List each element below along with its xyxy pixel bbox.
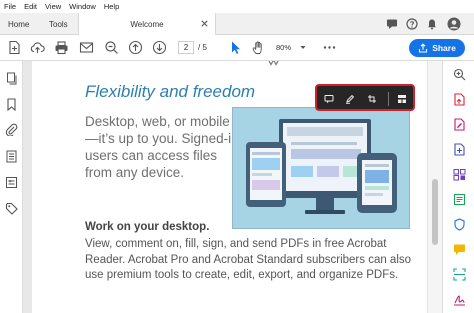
page-number-input[interactable]: 2 <box>178 41 194 54</box>
page-count: / 5 <box>198 43 207 52</box>
vertical-scrollbar[interactable] <box>427 61 442 313</box>
body-paragraph: View, comment on, fill, sign, and send P… <box>85 238 412 281</box>
zoom-level[interactable]: 80% <box>276 43 291 52</box>
avatar[interactable] <box>447 17 461 31</box>
menu-file[interactable]: File <box>0 2 20 11</box>
sign-icon[interactable] <box>453 293 466 306</box>
comment-icon[interactable] <box>453 243 466 256</box>
devices-illustration <box>232 107 410 229</box>
floating-quick-toolbar <box>315 84 415 111</box>
menu-window[interactable]: Window <box>65 2 100 11</box>
section-heading: Flexibility and freedom <box>85 82 256 101</box>
protect-icon[interactable] <box>453 218 466 231</box>
menu-help[interactable]: Help <box>100 2 123 11</box>
bookmark-icon[interactable] <box>5 98 18 111</box>
print-icon[interactable] <box>54 40 69 55</box>
page-top-text-fragment <box>268 61 279 66</box>
devices-illustration-art <box>246 119 397 214</box>
document-view[interactable]: Flexibility and freedom Desktop, web, or… <box>23 61 442 313</box>
toolbar: 2 / 5 80% Share <box>0 35 474 61</box>
toolbar-divider <box>388 92 389 106</box>
redact-icon[interactable] <box>453 193 466 206</box>
scan-icon[interactable] <box>453 268 466 281</box>
more-icon[interactable] <box>322 40 337 55</box>
tag-icon[interactable] <box>5 202 18 215</box>
bell-icon[interactable] <box>426 18 438 30</box>
share-button[interactable]: Share <box>409 39 465 57</box>
layout-icon[interactable] <box>397 94 407 104</box>
tab-welcome-label: Welcome <box>130 19 164 29</box>
menu-edit[interactable]: Edit <box>20 2 41 11</box>
tab-home[interactable]: Home <box>8 13 29 35</box>
chevron-down-icon[interactable] <box>300 45 306 50</box>
attachment-icon[interactable] <box>5 123 18 136</box>
help-icon[interactable] <box>406 18 418 30</box>
share-icon <box>419 43 428 53</box>
highlight-pen-icon[interactable] <box>345 94 355 104</box>
hand-icon[interactable] <box>251 40 266 55</box>
share-label: Share <box>432 43 456 53</box>
upload-icon[interactable] <box>30 40 45 55</box>
email-icon[interactable] <box>79 40 94 55</box>
tab-tools[interactable]: Tools <box>49 13 68 35</box>
page-down-icon[interactable] <box>152 40 167 55</box>
tab-bar: Home Tools Welcome <box>0 13 474 35</box>
zoom-out-icon[interactable] <box>104 40 119 55</box>
intro-paragraph: Desktop, web, or mobile—it’s up to you. … <box>85 114 239 180</box>
right-tools-rail <box>442 61 474 313</box>
search-zoom-icon[interactable] <box>453 68 466 81</box>
edit-pdf-icon[interactable] <box>453 118 466 131</box>
page-up-icon[interactable] <box>128 40 143 55</box>
close-icon[interactable] <box>200 19 209 28</box>
chat-icon[interactable] <box>386 18 398 30</box>
scrollbar-thumb[interactable] <box>432 179 438 245</box>
pdf-page: Flexibility and freedom Desktop, web, or… <box>32 61 435 313</box>
new-file-icon[interactable] <box>7 40 22 55</box>
organize-pages-icon[interactable] <box>453 168 466 181</box>
form-icon[interactable] <box>5 176 18 189</box>
pages-icon[interactable] <box>5 72 18 85</box>
cursor-icon[interactable] <box>228 40 243 55</box>
create-pdf-icon[interactable] <box>453 143 466 156</box>
subheading: Work on your desktop. <box>85 221 210 233</box>
left-navigation-rail <box>0 61 23 313</box>
tab-welcome[interactable]: Welcome <box>78 13 216 35</box>
document-icon[interactable] <box>5 150 18 163</box>
menu-bar: File Edit View Window Help <box>0 0 474 13</box>
menu-view[interactable]: View <box>41 2 65 11</box>
export-pdf-icon[interactable] <box>453 93 466 106</box>
crop-icon[interactable] <box>367 94 377 104</box>
comment-icon[interactable] <box>324 94 334 104</box>
